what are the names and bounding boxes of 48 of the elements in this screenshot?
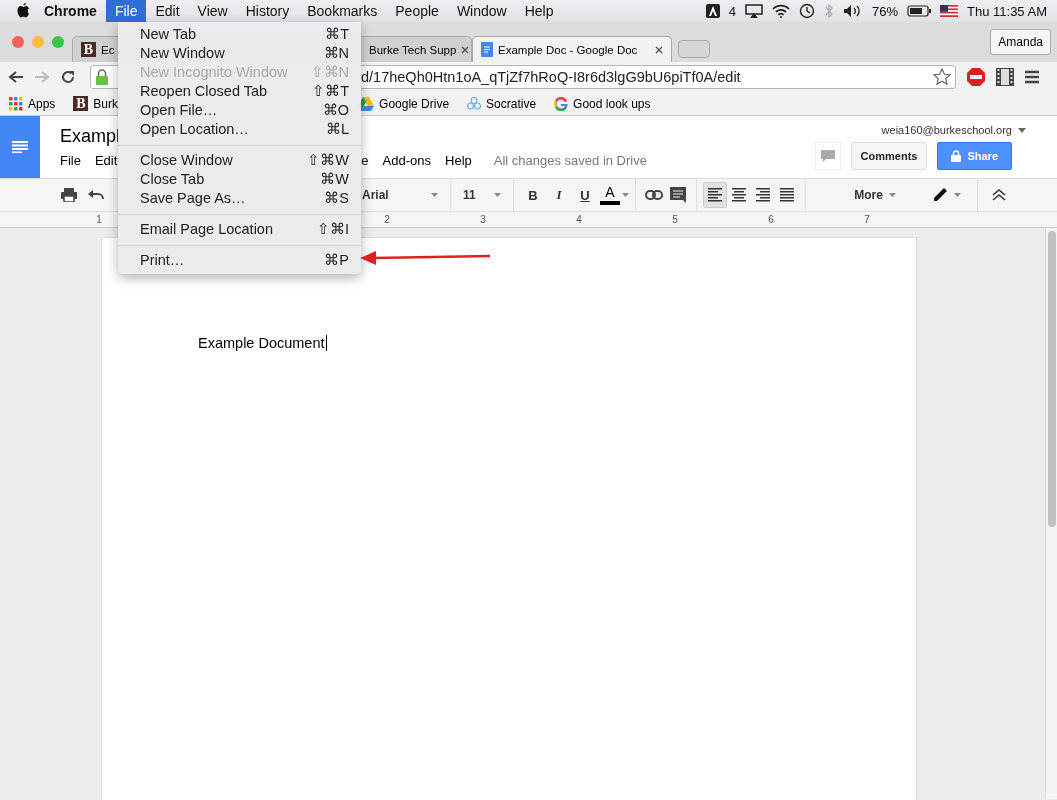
menu-item[interactable]: Close Window ⇧⌘W [118, 151, 361, 170]
bookmark[interactable]: B Burk [73, 96, 119, 111]
menu-item[interactable]: Edit [146, 0, 189, 22]
menu-item[interactable]: Edit [94, 153, 118, 168]
menu-item[interactable]: Open Location… ⌘L [118, 120, 361, 139]
app-menu[interactable]: Chrome [30, 0, 106, 22]
ruler-number: 4 [575, 214, 583, 225]
bold-button[interactable]: B [520, 182, 546, 208]
text-color-button[interactable]: A [598, 182, 622, 208]
more-button[interactable]: More [812, 182, 932, 208]
menu-item[interactable]: Print… ⌘P [118, 251, 361, 270]
document-text[interactable]: Example Document [198, 335, 327, 351]
browser-tab[interactable]: Example Doc - Google Doc [472, 36, 672, 62]
menu-item[interactable]: Add-ons [382, 153, 431, 168]
document-title[interactable]: Exampl [60, 126, 121, 147]
clock[interactable]: Thu 11:35 AM [967, 3, 1047, 19]
bookmark[interactable]: Socrative [467, 96, 537, 111]
comments-button[interactable]: Comments [850, 142, 928, 170]
favicon: B [73, 96, 89, 111]
ruler-number: 2 [383, 214, 391, 225]
ruler-number: 3 [479, 214, 487, 225]
bookmark[interactable]: Good look ups [554, 96, 651, 111]
bookmark[interactable]: Apps [9, 96, 56, 111]
menu-item[interactable]: File [60, 153, 81, 168]
menu-item[interactable]: Help [445, 153, 472, 168]
menu-item[interactable]: Email Page Location ⇧⌘I [118, 220, 361, 239]
underline-button[interactable]: U [572, 182, 598, 208]
menu-item[interactable]: e [361, 153, 369, 168]
battery-percent: 76% [872, 3, 898, 19]
menu-item[interactable]: Bookmarks [298, 0, 387, 22]
menu-item[interactable]: Window [447, 0, 516, 22]
ruler-number: 1 [95, 214, 103, 225]
italic-button[interactable]: I [546, 182, 572, 208]
font-size-dropdown[interactable]: 11 [457, 182, 507, 208]
profile-button[interactable]: Amanda [990, 29, 1051, 55]
menu-item[interactable]: People [386, 0, 448, 22]
ruler-number: 5 [671, 214, 679, 225]
status-count: 4 [728, 3, 736, 19]
ruler-number: 7 [863, 214, 871, 225]
favicon: B [81, 42, 96, 57]
ruler-number: 6 [767, 214, 775, 225]
save-status: All changes saved in Drive [493, 153, 647, 168]
menu-item[interactable]: History [236, 0, 299, 22]
menu-item[interactable]: File [105, 0, 147, 22]
account-email[interactable]: weia160@burkeschool.org [881, 124, 1012, 136]
menu-item[interactable]: Open File… ⌘O [118, 101, 361, 120]
menu-item[interactable]: Help [515, 0, 563, 22]
menu-item[interactable]: View [188, 0, 237, 22]
